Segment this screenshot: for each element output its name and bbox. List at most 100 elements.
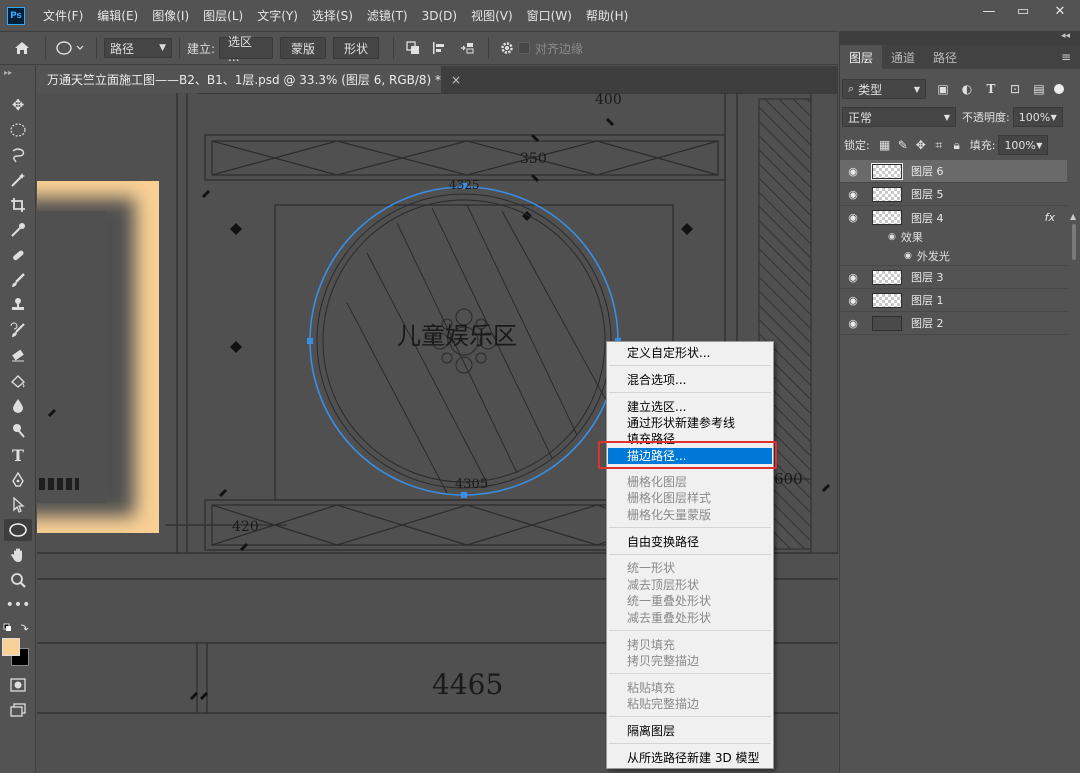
eraser-tool-icon[interactable] — [4, 344, 32, 366]
menu-new-guides-from-shape[interactable]: 通过形状新建参考线 — [608, 415, 772, 431]
fx-icon[interactable]: fx — [1045, 211, 1055, 224]
menu-rasterize-layer-style[interactable]: 栅格化图层样式 — [608, 490, 772, 506]
menu-3d[interactable]: 3D(D) — [422, 9, 457, 23]
marquee-tool-icon[interactable] — [4, 119, 32, 141]
menu-unite-shapes[interactable]: 统一形状 — [608, 560, 772, 576]
align-edges-checkbox[interactable] — [518, 42, 531, 54]
filter-toggle-icon[interactable] — [1054, 84, 1064, 94]
menu-rasterize-layer[interactable]: 栅格化图层 — [608, 474, 772, 490]
close-window-button[interactable]: ✕ — [1040, 0, 1080, 22]
scroll-up-icon[interactable]: ▲ — [1070, 212, 1076, 221]
smart-object-filter-icon[interactable]: ▤ — [1032, 82, 1046, 96]
menu-layer[interactable]: 图层(L) — [203, 7, 243, 24]
more-tools-icon[interactable]: ••• — [4, 594, 32, 616]
menu-rasterize-vector-mask[interactable]: 栅格化矢量蒙版 — [608, 507, 772, 523]
make-selection-button[interactable]: 选区 ... — [219, 35, 274, 64]
adjustment-filter-icon[interactable]: ◐ — [960, 82, 974, 96]
menu-file[interactable]: 文件(F) — [43, 7, 83, 24]
menu-help[interactable]: 帮助(H) — [586, 7, 628, 24]
menu-new-3d-from-path[interactable]: 从所选路径新建 3D 模型 — [608, 750, 772, 766]
menu-copy-fill[interactable]: 拷贝填充 — [608, 637, 772, 653]
tab-layers[interactable]: 图层 — [840, 45, 883, 69]
gradient-tool-icon[interactable] — [4, 369, 32, 391]
history-brush-tool-icon[interactable] — [4, 319, 32, 341]
panel-collapse-icon[interactable]: ◂◂ — [839, 31, 1080, 45]
blend-mode-select[interactable]: 正常 ▼ — [842, 107, 956, 127]
toolbar-collapse-icon[interactable]: ▸▸ — [4, 68, 12, 77]
pen-tool-icon[interactable] — [4, 469, 32, 491]
lock-pixels-icon[interactable]: ✎ — [896, 138, 910, 152]
fill-input[interactable]: 100% ▼ — [998, 135, 1049, 155]
lock-transparent-icon[interactable]: ▦ — [878, 138, 892, 152]
magic-wand-tool-icon[interactable] — [4, 169, 32, 191]
menu-fill-path[interactable]: 填充路径... — [608, 431, 772, 447]
minimize-button[interactable]: — — [972, 0, 1006, 22]
shape-filter-icon[interactable]: ⊡ — [1008, 82, 1022, 96]
menu-select[interactable]: 选择(S) — [312, 7, 353, 24]
menu-window[interactable]: 窗口(W) — [527, 7, 572, 24]
eye-icon[interactable]: ◉ — [840, 294, 866, 307]
quick-mask-icon[interactable] — [4, 674, 32, 696]
menu-image[interactable]: 图像(I) — [152, 7, 189, 24]
eye-icon[interactable]: ◉ — [840, 317, 866, 330]
effect-outer-glow-row[interactable]: ◉ 外发光 — [840, 246, 1067, 266]
blur-tool-icon[interactable] — [4, 394, 32, 416]
menu-edit[interactable]: 编辑(E) — [97, 7, 138, 24]
lock-all-icon[interactable]: 🔒︎ — [950, 138, 964, 153]
path-operations-icon[interactable] — [401, 41, 425, 55]
pixel-filter-icon[interactable]: ▣ — [936, 82, 950, 96]
lock-artboard-icon[interactable]: ⌗ — [932, 138, 946, 153]
eyedropper-tool-icon[interactable] — [4, 219, 32, 241]
home-icon[interactable] — [6, 41, 38, 55]
crop-tool-icon[interactable] — [4, 194, 32, 216]
menu-copy-complete-stroke[interactable]: 拷贝完整描边 — [608, 653, 772, 669]
restore-button[interactable]: ▭ — [1006, 0, 1040, 22]
layers-scrollbar[interactable]: ▲ — [1068, 160, 1079, 330]
layer-filter-select[interactable]: ⌕ 类型 ▼ — [842, 79, 926, 99]
close-document-icon[interactable]: × — [451, 73, 461, 87]
foreground-color-swatch[interactable] — [2, 638, 20, 656]
menu-blending-options[interactable]: 混合选项... — [608, 372, 772, 388]
gear-icon[interactable] — [496, 41, 518, 55]
make-shape-button[interactable]: 形状 — [333, 37, 380, 59]
layer-row[interactable]: ◉ 图层 5 — [840, 183, 1067, 206]
menu-filter[interactable]: 滤镜(T) — [367, 7, 408, 24]
lock-position-icon[interactable]: ✥ — [914, 138, 928, 152]
menu-free-transform-path[interactable]: 自由变换路径 — [608, 534, 772, 550]
eye-icon[interactable]: ◉ — [840, 188, 866, 201]
menu-isolate-layers[interactable]: 隔离图层 — [608, 723, 772, 739]
lasso-tool-icon[interactable] — [4, 144, 32, 166]
panel-menu-icon[interactable]: ≡ — [1061, 50, 1071, 64]
move-tool-icon[interactable]: ✥ — [4, 94, 32, 116]
layer-row[interactable]: ◉ 图层 4 fx — [840, 206, 1067, 229]
menu-unite-at-overlap[interactable]: 统一重叠处形状 — [608, 593, 772, 609]
eye-icon[interactable]: ◉ — [888, 232, 896, 242]
eye-icon[interactable]: ◉ — [840, 165, 866, 178]
menu-stroke-path[interactable]: 描边路径... — [608, 448, 772, 464]
menu-view[interactable]: 视图(V) — [471, 7, 513, 24]
path-arrangement-icon[interactable] — [453, 41, 481, 55]
layer-row[interactable]: ◉ 图层 2 — [840, 312, 1067, 335]
eye-icon[interactable]: ◉ — [904, 251, 912, 261]
brush-tool-icon[interactable] — [4, 269, 32, 291]
dodge-tool-icon[interactable] — [4, 419, 32, 441]
eye-icon[interactable]: ◉ — [840, 271, 866, 284]
hand-tool-icon[interactable] — [4, 544, 32, 566]
tab-paths[interactable]: 路径 — [924, 45, 966, 69]
ellipse-tool-icon[interactable] — [4, 519, 32, 541]
screen-mode-icon[interactable] — [4, 699, 32, 721]
type-tool-icon[interactable]: T — [4, 444, 32, 466]
zoom-tool-icon[interactable] — [4, 569, 32, 591]
menu-define-custom-shape[interactable]: 定义自定形状... — [608, 345, 772, 361]
menu-paste-complete-stroke[interactable]: 粘贴完整描边 — [608, 696, 772, 712]
menu-paste-fill[interactable]: 粘贴填充 — [608, 680, 772, 696]
swap-colors-icon[interactable] — [3, 622, 33, 632]
menu-type[interactable]: 文字(Y) — [257, 7, 298, 24]
healing-brush-tool-icon[interactable] — [4, 244, 32, 266]
menu-subtract-front-shape[interactable]: 减去顶层形状 — [608, 577, 772, 593]
type-filter-icon[interactable]: T — [984, 82, 998, 96]
layer-row[interactable]: ◉ 图层 1 — [840, 289, 1067, 312]
scroll-thumb[interactable] — [1072, 224, 1076, 260]
layer-row[interactable]: ◉ 图层 3 — [840, 266, 1067, 289]
opacity-input[interactable]: 100% ▼ — [1012, 107, 1063, 127]
